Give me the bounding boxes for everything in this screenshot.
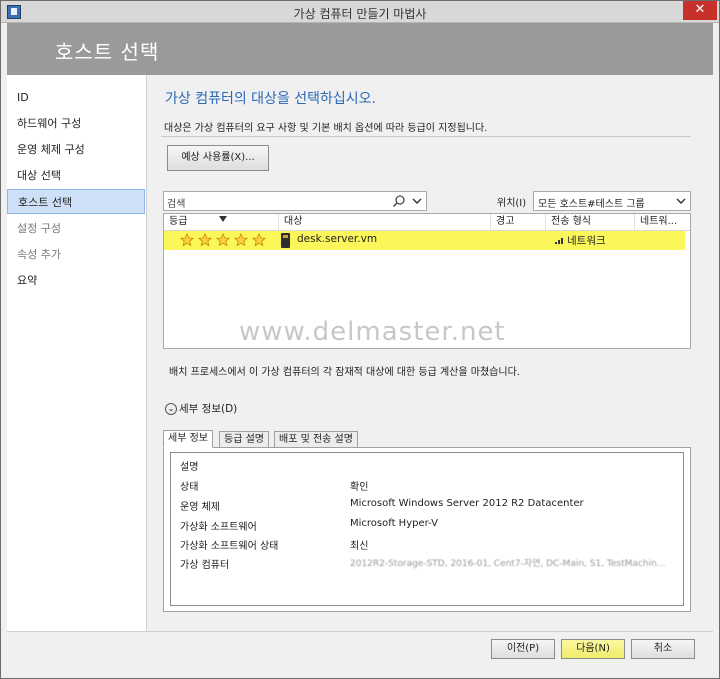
grid-header: 등급 대상 경고 전송 형식 네트워...: [164, 214, 690, 231]
server-icon: [281, 233, 290, 248]
title-bar: 가상 컴퓨터 만들기 마법사 ✕: [1, 1, 719, 23]
property-value: Microsoft Windows Server 2012 R2 Datacen…: [350, 498, 584, 509]
property-row: 운영 체제 Microsoft Windows Server 2012 R2 D…: [171, 495, 683, 514]
search-icon[interactable]: [392, 194, 406, 208]
details-toggle-label: 세부 정보(D): [179, 403, 238, 415]
star-icon: [252, 233, 266, 247]
sidebar-item-hardware[interactable]: 하드웨어 구성: [7, 111, 145, 136]
column-header-transfer[interactable]: 전송 형식: [546, 214, 635, 231]
prev-button[interactable]: 이전(P): [491, 639, 555, 659]
footer-divider: [7, 631, 713, 632]
location-label: 위치(I): [497, 198, 527, 209]
property-row: 가상화 소프트웨어 Microsoft Hyper-V: [171, 515, 683, 534]
property-row: 가상화 소프트웨어 상태 최신: [171, 534, 683, 553]
next-button[interactable]: 다음(N): [561, 639, 625, 659]
star-icon: [234, 233, 248, 247]
property-value: Microsoft Hyper-V: [350, 518, 438, 529]
close-button[interactable]: ✕: [683, 1, 717, 20]
location-select[interactable]: 모든 호스트#테스트 그룹: [533, 191, 691, 211]
sidebar-item-host[interactable]: 호스트 선택: [7, 189, 145, 214]
window-title: 가상 컴퓨터 만들기 마법사: [293, 7, 427, 21]
column-header-warning[interactable]: 경고: [491, 214, 546, 231]
table-row[interactable]: desk.server.vm 네트워크: [164, 231, 685, 250]
chevron-down-icon: ⌄: [165, 403, 177, 415]
expected-usage-button[interactable]: 예상 사용률(X)...: [167, 145, 269, 171]
column-header-network[interactable]: 네트워...: [635, 214, 690, 231]
details-list: 설명 상태 확인 운영 체제 Microsoft Windows Server …: [170, 452, 684, 606]
watermark: www.delmaster.net: [239, 317, 506, 347]
property-key: 운영 체제: [180, 502, 220, 513]
chevron-down-icon[interactable]: [412, 196, 422, 206]
tab-details[interactable]: 세부 정보: [163, 430, 213, 448]
property-value: 최신: [350, 541, 369, 552]
sidebar-item-summary[interactable]: 요약: [7, 268, 145, 293]
sidebar-item-settings: 설정 구성: [17, 222, 61, 235]
page-header: 호스트 선택: [7, 23, 713, 75]
sidebar-item-destination[interactable]: 대상 선택: [7, 163, 145, 188]
sort-descending-icon: [219, 216, 227, 222]
sidebar-item-id[interactable]: ID: [7, 85, 145, 110]
network-icon: [555, 238, 563, 244]
page-title: 호스트 선택: [55, 40, 160, 64]
star-icon: [216, 233, 230, 247]
sidebar-item-properties: 속성 추가: [17, 248, 61, 261]
location-selected-value: 모든 호스트#테스트 그룹: [538, 199, 645, 210]
column-header-target[interactable]: 대상: [279, 214, 491, 231]
wizard-window: 가상 컴퓨터 만들기 마법사 ✕ 호스트 선택 ID 하드웨어 구성 운영 체제…: [0, 0, 720, 679]
property-key: 상태: [180, 482, 199, 493]
sidebar-item-os[interactable]: 운영 체제 구성: [7, 137, 145, 162]
cancel-button[interactable]: 취소: [631, 639, 695, 659]
search-placeholder: 검색: [167, 199, 186, 210]
property-key: 가상화 소프트웨어 상태: [180, 541, 279, 552]
property-row: 가상 컴퓨터 2012R2-Storage-STD, 2016-01, Cent…: [171, 553, 683, 572]
chevron-down-icon: [676, 198, 686, 204]
section-title: 가상 컴퓨터의 대상을 선택하십시오.: [165, 91, 376, 107]
details-panel: 설명 상태 확인 운영 체제 Microsoft Windows Server …: [163, 447, 691, 612]
property-row: 상태 확인: [171, 475, 683, 494]
property-key: 가상화 소프트웨어: [180, 522, 257, 533]
star-icon: [180, 233, 194, 247]
star-icon: [198, 233, 212, 247]
tab-rating-explanation[interactable]: 등급 설명: [219, 431, 269, 448]
search-input[interactable]: 검색: [163, 191, 427, 211]
divider: [161, 136, 691, 137]
status-message: 배치 프로세스에서 이 가상 컴퓨터의 각 잠재적 대상에 대한 등급 계산을 …: [169, 367, 520, 378]
property-value: 확인: [350, 482, 369, 493]
tab-deploy-transfer[interactable]: 배포 및 전송 설명: [274, 431, 358, 448]
details-toggle[interactable]: ⌄ 세부 정보(D): [165, 401, 237, 416]
row-transfer: 네트워크: [567, 235, 606, 247]
main-content: 가상 컴퓨터의 대상을 선택하십시오. 대상은 가상 컴퓨터의 요구 사항 및 …: [147, 75, 713, 631]
property-value: 2012R2-Storage-STD, 2016-01, Cent7-자연, D…: [350, 559, 666, 569]
property-key: 가상 컴퓨터: [180, 560, 230, 571]
row-target: desk.server.vm: [297, 233, 378, 245]
wizard-steps-sidebar: ID 하드웨어 구성 운영 체제 구성 대상 선택 호스트 선택 설정 구성 속…: [7, 75, 147, 631]
section-subtitle: 대상은 가상 컴퓨터의 요구 사항 및 기본 배치 옵션에 따라 등급이 지정됩…: [164, 123, 488, 134]
